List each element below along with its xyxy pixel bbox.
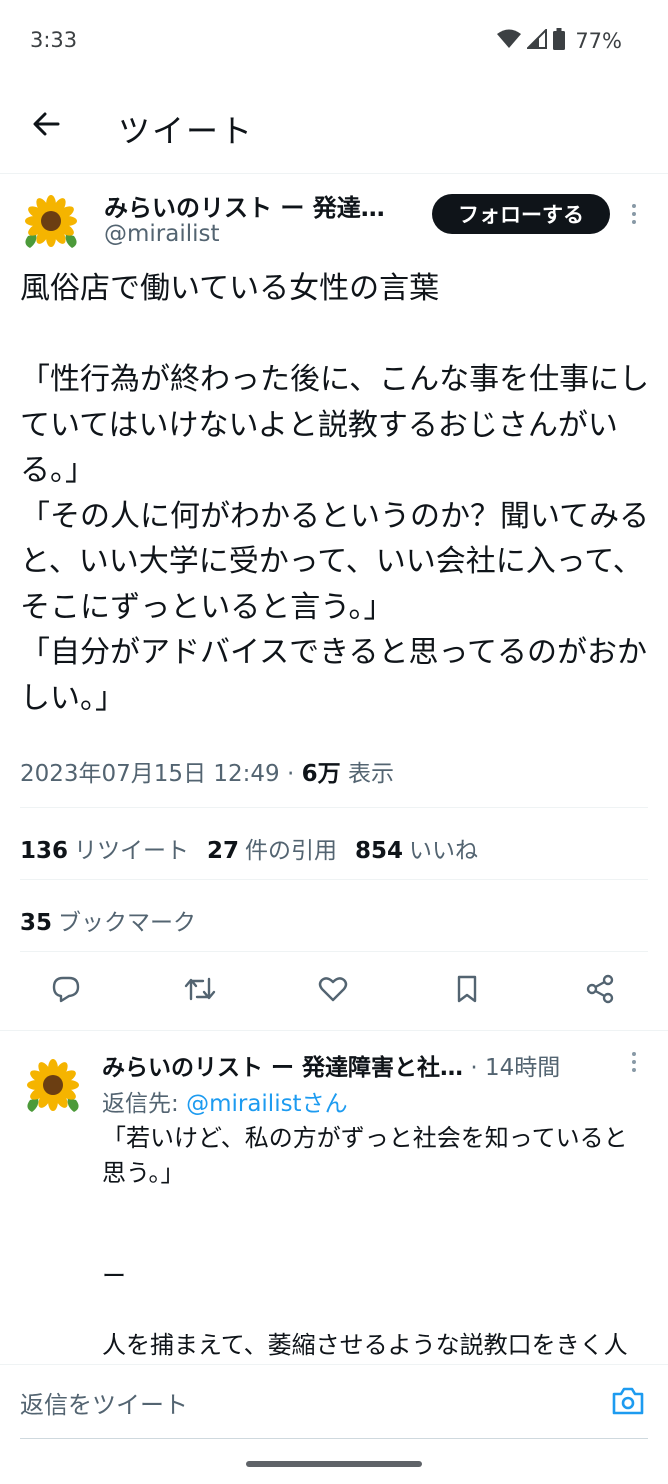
- wifi-icon: [497, 29, 522, 53]
- app-header: ツイート: [0, 80, 668, 174]
- back-button[interactable]: [22, 102, 70, 150]
- composer-underline: [20, 1438, 648, 1439]
- more-options-icon[interactable]: [624, 1042, 644, 1082]
- retweets-stat[interactable]: 136 リツイート: [20, 831, 189, 865]
- follow-button[interactable]: フォローする: [432, 194, 610, 234]
- camera-button[interactable]: [608, 1383, 648, 1423]
- quotes-stat[interactable]: 27 件の引用: [207, 831, 337, 865]
- retweet-icon: [183, 973, 217, 1009]
- bookmark-icon: [451, 973, 483, 1009]
- tweet-actions: [0, 961, 668, 1021]
- divider: [20, 807, 648, 808]
- bookmarks-stat[interactable]: 35 ブックマーク: [20, 903, 196, 937]
- reply-text: 「若いけど、私の方がずっと社会を知っていると思う。」 ー 人を捕まえて、萎縮させ…: [102, 1124, 628, 1359]
- divider: [20, 951, 648, 952]
- more-options-icon[interactable]: [624, 194, 644, 234]
- author-handle[interactable]: @mirailist: [104, 221, 220, 247]
- like-button[interactable]: [311, 969, 355, 1013]
- page-title: ツイート: [118, 112, 255, 150]
- arrow-left-icon: [31, 109, 61, 143]
- like-icon: [317, 973, 349, 1009]
- signal-icon: [525, 27, 548, 53]
- reply-composer: [0, 1364, 668, 1440]
- camera-icon: [611, 1386, 645, 1420]
- tweet-text: 風俗店で働いている女性の言葉 「性行為が終わった後に、こんな事を仕事にしていては…: [20, 271, 650, 716]
- home-indicator[interactable]: [246, 1461, 422, 1467]
- reply-to: 返信先: @mirailistさん: [102, 1084, 348, 1118]
- reply-to-mention[interactable]: @mirailistさん: [186, 1091, 348, 1117]
- status-time: 3:33: [30, 28, 78, 52]
- battery-icon: [553, 28, 566, 54]
- reply-header: みらいのリスト ー 発達障害と社… · 14時間: [102, 1048, 560, 1082]
- reply-author-name[interactable]: みらいのリスト ー 発達障害と社…: [102, 1055, 463, 1081]
- reply-to-label: 返信先:: [102, 1091, 179, 1117]
- meta-separator: ·: [286, 761, 295, 787]
- bookmark-button[interactable]: [445, 969, 489, 1013]
- share-button[interactable]: [578, 969, 622, 1013]
- bookmark-stats: 35 ブックマーク: [20, 903, 196, 937]
- tweet-meta: 2023年07月15日 12:49 · 6万 表示: [20, 754, 394, 788]
- share-icon: [584, 973, 616, 1009]
- avatar[interactable]: [22, 1056, 84, 1118]
- reply-icon: [50, 973, 82, 1009]
- divider: [0, 1030, 668, 1031]
- reply-button[interactable]: [44, 969, 88, 1013]
- retweet-button[interactable]: [178, 969, 222, 1013]
- tweet-date[interactable]: 2023年07月15日 12:49: [20, 761, 280, 787]
- author-name[interactable]: みらいのリスト ー 発達…: [104, 188, 385, 223]
- divider: [20, 879, 648, 880]
- views-label: 表示: [347, 761, 394, 787]
- likes-stat[interactable]: 854 いいね: [355, 831, 478, 865]
- views-count: 6万: [301, 761, 341, 787]
- status-bar: 3:33 77%: [0, 0, 668, 80]
- reply-input[interactable]: [20, 1385, 590, 1425]
- engagement-stats: 136 リツイート 27 件の引用 854 いいね: [20, 831, 478, 865]
- status-icons: 77%: [497, 27, 622, 54]
- avatar[interactable]: [20, 192, 82, 254]
- battery-percent: 77%: [575, 29, 622, 53]
- reply-tweet[interactable]: みらいのリスト ー 発達障害と社… · 14時間 返信先: @mirailist…: [0, 1040, 668, 1365]
- reply-time: · 14時間: [470, 1055, 561, 1081]
